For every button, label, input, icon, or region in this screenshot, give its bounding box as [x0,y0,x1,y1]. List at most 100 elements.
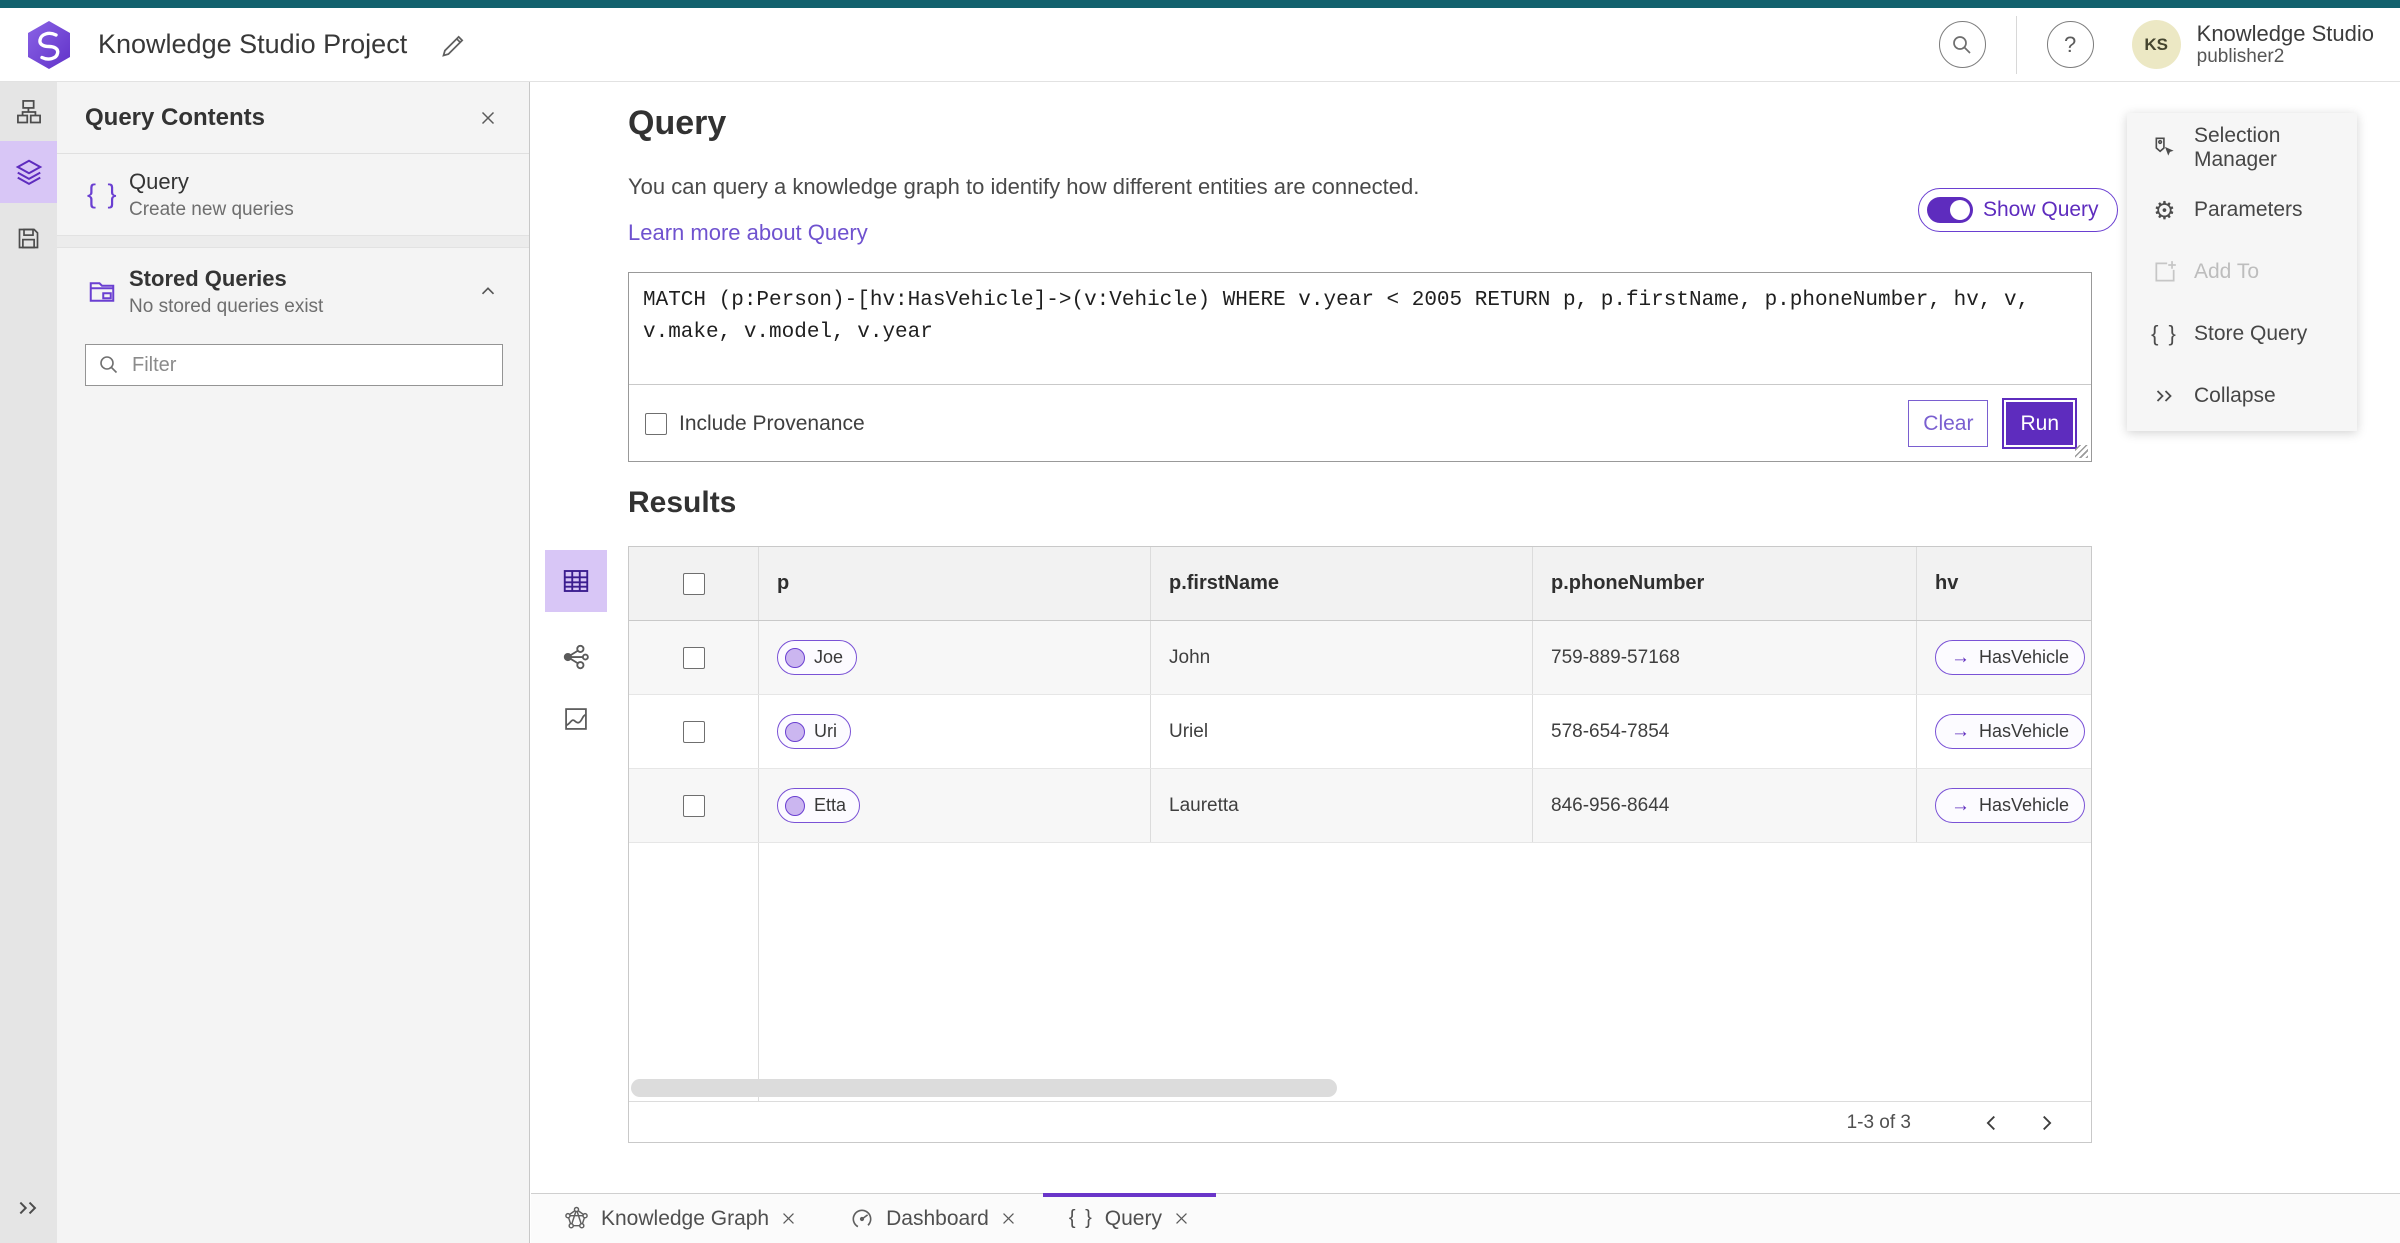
panel-item-text: Stored Queries No stored queries exist [129,266,323,318]
add-to-button: Add To [2127,241,2357,303]
dashboard-icon [852,1209,872,1228]
select-all-checkbox[interactable] [682,572,705,595]
column-header-firstname[interactable]: p.firstName [1151,547,1533,620]
main-content: Query You can query a knowledge graph to… [531,82,2400,1193]
double-chevron-right-icon [19,1201,36,1215]
menu-item-label: Store Query [2194,322,2308,345]
resize-handle[interactable] [2075,445,2088,458]
link-chart-view-button[interactable] [545,640,607,674]
table-view-button[interactable] [545,550,607,612]
app-header: Knowledge Studio Project ? KS Knowledge … [0,8,2400,82]
selection-manager-button[interactable]: Selection Manager [2127,117,2357,179]
query-page-title: Query [628,104,727,142]
include-provenance-label: Include Provenance [679,411,865,435]
entity-dot-icon [785,721,805,742]
learn-more-link[interactable]: Learn more about Query [628,220,868,246]
menu-item-label: Add To [2194,260,2259,283]
top-accent-bar [0,0,2400,8]
user-avatar[interactable]: KS [2131,20,2181,69]
folder-icon [89,282,115,302]
layers-icon [15,159,42,186]
panel-item-stored-queries[interactable]: Stored Queries No stored queries exist [57,248,529,336]
search-button[interactable] [1938,21,1986,68]
close-icon [481,111,495,124]
entity-pill[interactable]: Uri [777,714,851,749]
column-header-p[interactable]: p [759,547,1151,620]
panel-item-text: Query Create new queries [129,169,294,221]
relationship-pill[interactable]: → HasVehicle [1935,714,2086,749]
tab-query[interactable]: { } Query [1042,1193,1217,1243]
tab-dashboard[interactable]: Dashboard [823,1194,1043,1243]
query-editor-footer: Include Provenance Clear Run [629,385,2091,462]
tab-close-button[interactable] [1173,1210,1190,1227]
row-checkbox[interactable] [682,794,705,817]
panel-close-button[interactable] [471,101,505,135]
results-table: p p.firstName p.phoneNumber hv Joe John … [628,546,2092,1143]
row-checkbox[interactable] [682,720,705,743]
column-header-phonenumber[interactable]: p.phoneNumber [1533,547,1917,620]
edit-title-button[interactable] [437,28,471,62]
relationship-label: HasVehicle [1979,721,2070,741]
query-tools-panel: Selection Manager ⚙ Parameters Add To { … [2127,113,2357,431]
entity-pill[interactable]: Etta [777,788,861,823]
entity-dot-icon [785,647,805,668]
tab-close-button[interactable] [1000,1210,1017,1227]
avatar-initials: KS [2144,34,2168,54]
entity-label: Uri [814,721,837,741]
parameters-button[interactable]: ⚙ Parameters [2127,179,2357,241]
filter-field-wrap [85,344,503,386]
cell-firstname: Lauretta [1151,769,1533,842]
cell-firstname: John [1151,621,1533,694]
rail-item-contents[interactable] [0,141,57,203]
next-page-button[interactable] [2029,1106,2063,1140]
menu-item-label: Collapse [2194,384,2276,407]
save-icon [18,228,39,248]
tab-knowledge-graph[interactable]: Knowledge Graph [537,1194,823,1243]
entity-pill[interactable]: Joe [777,640,858,675]
relationship-pill[interactable]: → HasVehicle [1935,788,2086,823]
tab-close-button[interactable] [780,1210,797,1227]
chevron-right-icon [2043,1115,2052,1131]
query-contents-panel: Query Contents { } Query Create new quer… [57,82,530,1243]
header-divider [2015,15,2017,74]
previous-page-button[interactable] [1975,1106,2009,1140]
clear-button[interactable]: Clear [1908,400,1989,447]
include-provenance-checkbox[interactable] [645,412,667,435]
filter-input[interactable] [85,344,503,386]
entity-label: Etta [814,795,847,815]
table-row: Uri Uriel 578-654-7854 → HasVehicle [629,695,2091,769]
horizontal-scrollbar[interactable] [631,1079,1337,1097]
pencil-icon [442,35,464,57]
expand-rail-button[interactable] [0,1195,57,1221]
close-icon [1176,1213,1187,1224]
rail-item-data-model[interactable] [0,90,57,134]
cell-firstname: Uriel [1151,695,1533,768]
toggle-knob [1950,200,1970,220]
cell-phonenumber: 846-956-8644 [1533,769,1917,842]
left-icon-rail [0,82,57,1243]
store-query-button[interactable]: { } Store Query [2127,303,2357,365]
entity-label: Joe [814,647,844,667]
app-logo-icon[interactable] [26,20,72,70]
knowledge-graph-icon [565,1206,588,1229]
user-name: publisher2 [2196,46,2285,68]
show-query-toggle[interactable]: Show Query [1918,188,2118,232]
panel-item-query[interactable]: { } Query Create new queries [57,154,529,235]
panel-header: Query Contents [57,82,529,154]
map-view-button[interactable] [545,702,607,736]
help-button[interactable]: ? [2046,21,2094,68]
rail-item-save[interactable] [0,216,57,260]
tab-label: Query [1104,1206,1162,1230]
menu-item-label: Selection Manager [2194,124,2281,171]
query-editor[interactable]: MATCH (p:Person)-[hv:HasVehicle]->(v:Veh… [629,273,2091,385]
run-button[interactable]: Run [2002,398,2077,449]
collapse-section-button[interactable] [471,275,505,309]
panel-item-sublabel: Create new queries [129,198,294,220]
close-icon [783,1213,795,1224]
row-checkbox[interactable] [682,646,705,669]
collapse-panel-button[interactable]: Collapse [2127,365,2357,427]
column-header-hv[interactable]: hv [1917,547,2091,620]
query-editor-container: MATCH (p:Person)-[hv:HasVehicle]->(v:Veh… [628,272,2092,462]
selection-manager-icon [2155,137,2174,156]
relationship-pill[interactable]: → HasVehicle [1935,640,2086,675]
